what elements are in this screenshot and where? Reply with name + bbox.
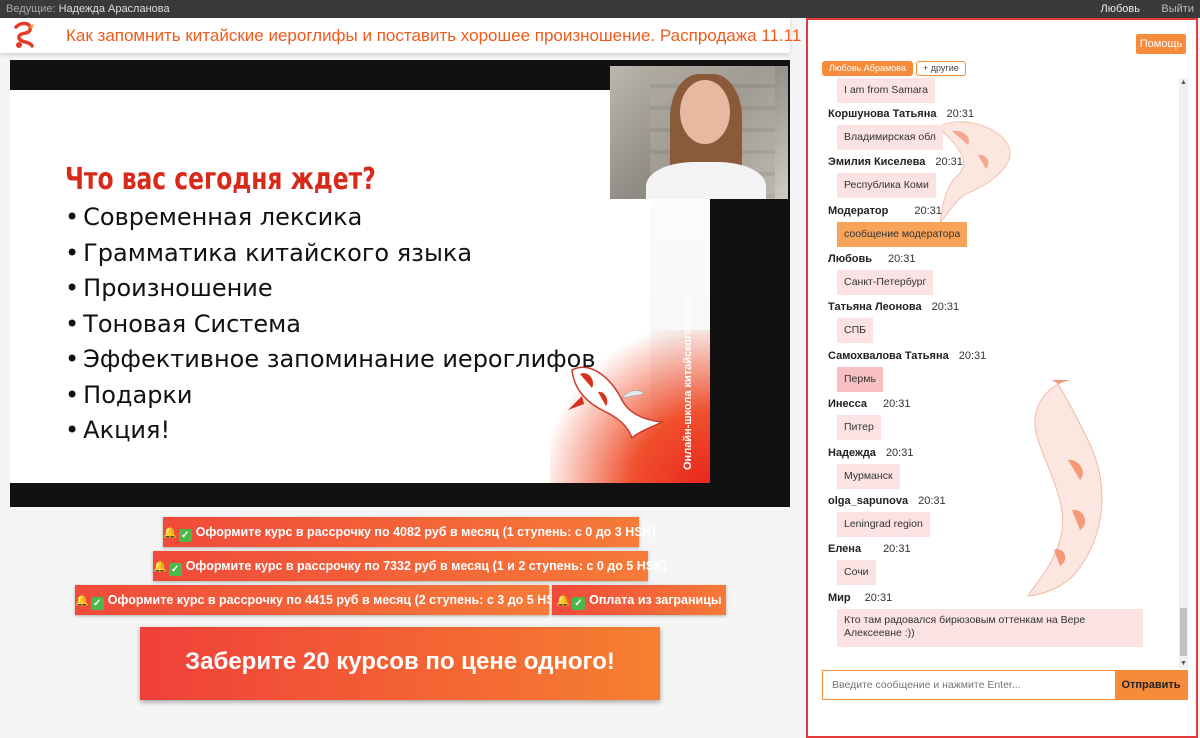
- bell-icon: 🔔: [163, 527, 177, 539]
- message-author: Самохвалова Татьяна: [828, 350, 949, 362]
- installment-button-2[interactable]: 🔔 ✓ Оформите курс в рассрочку по 7332 руб …: [153, 551, 667, 581]
- message-header: Самохвалова Татьяна 20:31: [828, 350, 986, 362]
- message-header: Эмилия Киселева 20:31: [828, 156, 963, 168]
- slide-bullet-list: Современная лексика Грамматика китайског…: [65, 200, 596, 449]
- slide-bullet: Произношение: [65, 271, 596, 307]
- message-header: Модератор 20:31: [828, 205, 942, 217]
- chat-panel: Помощь Любовь Абрамова + другие I am fro…: [806, 18, 1198, 738]
- bell-icon: 🔔: [153, 561, 167, 573]
- message-time: 20:31: [883, 398, 911, 410]
- current-user[interactable]: Любовь: [1101, 0, 1140, 18]
- message-author: olga_sapunova: [828, 495, 909, 507]
- message-header: Надежда 20:31: [828, 447, 913, 459]
- message-header: Любовь 20:31: [828, 253, 916, 265]
- bell-icon: 🔔: [556, 595, 571, 607]
- recipient-tag[interactable]: Любовь Абрамова: [822, 61, 913, 76]
- message-header: Татьяна Леонова 20:31: [828, 301, 959, 313]
- bell-icon: 🔔: [75, 595, 89, 607]
- message-text: Мурманск: [837, 464, 900, 489]
- message-time: 20:31: [864, 592, 893, 604]
- check-icon: ✓: [178, 529, 192, 542]
- scrollbar-thumb[interactable]: [1180, 608, 1187, 656]
- message-text: Республика Коми: [837, 173, 936, 198]
- main-offer-button[interactable]: Заберите 20 курсов по цене одного!: [140, 627, 660, 700]
- message-author: Надежда: [828, 447, 876, 459]
- message-text: Владимирская обл: [837, 125, 943, 150]
- message-author: Елена: [828, 543, 862, 555]
- slide-bullet: Эффективное запоминание иероглифов: [65, 342, 595, 378]
- help-button[interactable]: Помощь: [1136, 34, 1186, 54]
- message-text: Leningrad region: [837, 512, 930, 537]
- host-name: Надежда Арасланова: [58, 3, 170, 15]
- message-text: Санкт-Петербург: [837, 270, 934, 295]
- slide-title: Что вас сегодня ждет?: [65, 162, 376, 197]
- message-time: 20:31: [931, 301, 960, 313]
- message-author: Модератор: [828, 205, 889, 217]
- check-icon: ✓: [90, 597, 104, 610]
- message-author: Коршунова Татьяна: [828, 108, 937, 120]
- send-button[interactable]: Отправить: [1115, 671, 1187, 699]
- chat-scrollbar[interactable]: ▲ ▼: [1179, 78, 1188, 668]
- check-icon: ✓: [168, 563, 182, 576]
- installment-button-1[interactable]: 🔔 ✓ Оформите курс в рассрочку по 4082 руб …: [163, 517, 656, 547]
- scroll-up-icon[interactable]: ▲: [1179, 78, 1188, 87]
- installment-button-3[interactable]: 🔔 ✓ Оформите курс в рассрочку по 4415 руб …: [75, 585, 568, 615]
- message-time: 20:31: [946, 108, 975, 120]
- message-time: 20:31: [914, 205, 942, 217]
- message-time: 20:31: [883, 543, 911, 555]
- installment-button-1-label: Оформите курс в рассрочку по 4082 руб в …: [195, 525, 656, 539]
- chat-message-list[interactable]: I am from Samara Коршунова Татьяна 20:31 …: [822, 78, 1177, 666]
- dragon-logo-icon: [14, 21, 34, 48]
- presenter-webcam: [610, 66, 788, 199]
- message-time: 20:31: [935, 156, 963, 168]
- others-tag[interactable]: + другие: [916, 61, 966, 76]
- message-header: Инесса 20:31: [828, 398, 911, 410]
- message-header: Елена 20:31: [828, 543, 911, 555]
- message-header: Мир 20:31: [828, 592, 892, 604]
- message-author: Татьяна Леонова: [828, 301, 922, 313]
- slide-bullet: Подарки: [65, 378, 596, 414]
- presentation-slide: Что вас сегодня ждет? Современная лексик…: [10, 90, 710, 483]
- message-time: 20:31: [958, 350, 987, 362]
- message-time: 20:31: [885, 447, 914, 459]
- message-author: Инесса: [828, 398, 868, 410]
- slide-bullet: Тоновая Система: [65, 307, 596, 343]
- message-text: СПБ: [837, 318, 874, 343]
- message-text: Питер: [837, 415, 881, 440]
- check-icon: ✓: [572, 597, 586, 610]
- message-header: Коршунова Татьяна 20:31: [828, 108, 974, 120]
- message-author: Эмилия Киселева: [828, 156, 926, 168]
- slide-bullet: Акция!: [65, 413, 596, 449]
- message-author: Любовь: [828, 253, 873, 265]
- webinar-header: Как запомнить китайские иероглифы и пост…: [0, 18, 801, 53]
- chat-input-box: Отправить: [822, 670, 1188, 700]
- installment-button-2-label: Оформите курс в рассрочку по 7332 руб в …: [185, 559, 668, 573]
- top-bar: Ведущие: Надежда Арасланова Любовь Выйти: [0, 0, 1200, 18]
- installment-button-3-label: Оформите курс в рассрочку по 4415 руб в …: [107, 593, 568, 607]
- message-text: Кто там радовался бирюзовым оттенкам на …: [837, 609, 1143, 647]
- foreign-payment-label: Оплата из заграницы: [589, 593, 722, 607]
- webinar-title: Как запомнить китайские иероглифы и пост…: [66, 26, 802, 45]
- message-author: Мир: [828, 592, 851, 604]
- foreign-payment-button[interactable]: 🔔 ✓ Оплата из заграницы: [552, 585, 726, 615]
- moderator-message-text: сообщение модератора: [837, 222, 968, 247]
- school-name: Онлайн-школа китайского языка: [682, 291, 694, 470]
- message-text: Пермь: [837, 367, 883, 392]
- message-time: 20:31: [888, 253, 916, 265]
- logout-link[interactable]: Выйти: [1161, 0, 1194, 18]
- message-text: I am from Samara: [837, 78, 936, 103]
- message-time: 20:31: [918, 495, 946, 507]
- message-text: Сочи: [837, 560, 876, 585]
- host-label: Ведущие:: [6, 3, 56, 15]
- message-header: olga_sapunova 20:31: [828, 495, 946, 507]
- host-info: Ведущие: Надежда Арасланова: [6, 0, 170, 18]
- chat-message-input[interactable]: [823, 671, 1115, 699]
- scroll-down-icon[interactable]: ▼: [1179, 659, 1188, 668]
- slide-bullet: Грамматика китайского языка: [65, 236, 596, 272]
- slide-bullet: Современная лексика: [65, 200, 596, 236]
- video-player[interactable]: Что вас сегодня ждет? Современная лексик…: [10, 60, 790, 507]
